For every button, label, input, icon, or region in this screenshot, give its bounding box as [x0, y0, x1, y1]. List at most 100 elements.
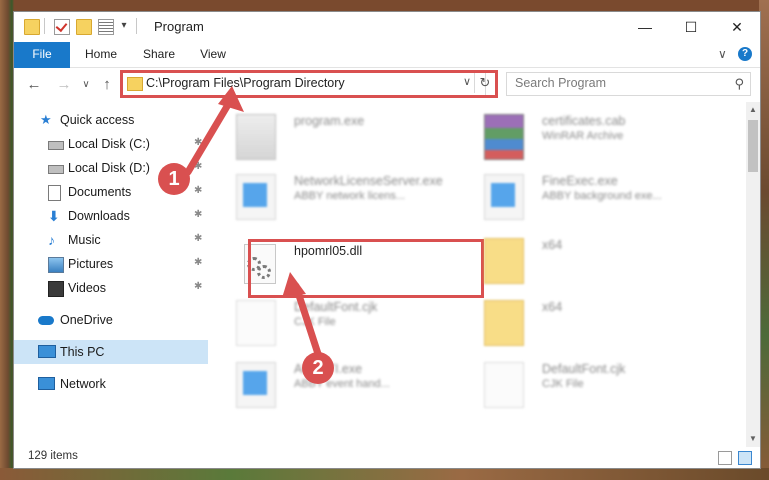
scroll-thumb[interactable] [748, 120, 758, 172]
folder-icon [24, 19, 40, 35]
file-name: x64 [542, 238, 563, 252]
exe-icon [236, 174, 276, 220]
item-count: 129 items [28, 450, 78, 462]
sidebar-item-label: Network [60, 377, 106, 391]
network-icon [38, 377, 55, 390]
pin-icon[interactable]: ✱ [194, 281, 202, 292]
archive-icon [484, 114, 524, 160]
callout-1: 1 [158, 163, 190, 195]
maximize-button[interactable]: ☐ [668, 12, 714, 42]
pin-icon[interactable]: ✱ [194, 185, 202, 196]
sidebar-item-label: Local Disk (D:) [68, 161, 150, 175]
file-name: FineExec.exe [542, 174, 618, 188]
large-icons-view-icon[interactable] [738, 451, 752, 465]
pin-icon[interactable]: ✱ [194, 209, 202, 220]
properties-icon[interactable] [54, 19, 70, 35]
file-type: ABBY network licens... [294, 190, 406, 202]
file-item[interactable]: certificates.cab WinRAR Archive [474, 108, 714, 164]
minimize-button[interactable]: — [622, 12, 668, 42]
file-list: program.exe certificates.cab WinRAR Arch… [226, 102, 746, 447]
sidebar-item-this-pc[interactable]: This PC [14, 340, 208, 364]
forward-button[interactable]: → [54, 76, 74, 93]
view-options-icon[interactable] [98, 19, 114, 35]
details-view-icon[interactable] [718, 451, 732, 465]
exe-icon [484, 174, 524, 220]
pin-icon[interactable]: ✱ [194, 161, 202, 172]
sidebar-item-downloads[interactable]: ⬇ Downloads ✱ [14, 204, 208, 228]
sidebar-item-label: Documents [68, 185, 132, 199]
navigation-pane: ★ Quick access Local Disk (C:) ✱ Local D… [14, 102, 208, 447]
sidebar-item-label: Local Disk (C:) [68, 137, 150, 151]
sidebar-item-videos[interactable]: Videos ✱ [14, 276, 208, 300]
file-name: certificates.cab [542, 114, 626, 128]
file-item[interactable]: DefaultFont.cjk CJK File [474, 356, 714, 412]
search-input[interactable]: Search Program [515, 76, 606, 90]
folder-icon [484, 238, 524, 284]
file-item[interactable]: ABBYTI.exe ABBY event hand... [226, 356, 466, 412]
title-bar: ▾ Program — ☐ ✕ [14, 12, 760, 42]
expand-ribbon-icon[interactable]: ∨ [718, 47, 727, 61]
sidebar-item-pictures[interactable]: Pictures ✱ [14, 252, 208, 276]
tab-home[interactable]: Home [76, 42, 126, 67]
file-name: program.exe [294, 114, 365, 128]
pin-icon[interactable]: ✱ [194, 137, 202, 148]
up-button[interactable]: ↑ [97, 76, 117, 93]
sidebar-item-label: This PC [60, 345, 105, 359]
new-folder-icon[interactable] [76, 19, 92, 35]
file-item[interactable]: program.exe [226, 108, 466, 164]
sidebar-item-label: Quick access [60, 113, 135, 127]
file-item[interactable]: x64 [474, 232, 714, 288]
address-row: ← → ∨ ↑ C:\Program Files\Program Directo… [14, 68, 760, 102]
address-highlight-box [120, 70, 498, 98]
sidebar-item-onedrive[interactable]: OneDrive [14, 308, 208, 332]
pin-icon[interactable]: ✱ [194, 257, 202, 268]
sidebar-item-network[interactable]: Network [14, 372, 208, 396]
file-type: CJK File [542, 378, 584, 390]
sidebar-item-local-disk-c[interactable]: Local Disk (C:) ✱ [14, 132, 208, 156]
file-name: NetworkLicenseServer.exe [294, 174, 443, 188]
tab-share[interactable]: Share [134, 42, 184, 67]
file-name: DefaultFont.cjk [294, 300, 378, 314]
download-icon: ⬇ [48, 208, 60, 224]
help-icon[interactable]: ? [738, 47, 752, 61]
drive-icon [48, 165, 64, 174]
sidebar-item-label: OneDrive [60, 313, 113, 327]
tab-view[interactable]: View [190, 42, 236, 67]
file-item[interactable]: DefaultFont.cjk CJK File [226, 294, 466, 350]
scroll-down-icon[interactable]: ▼ [746, 431, 760, 447]
file-name: DefaultFont.cjk [542, 362, 626, 376]
file-type: ABBY background exe... [542, 190, 662, 202]
file-item[interactable]: NetworkLicenseServer.exe ABBY network li… [226, 168, 466, 224]
sidebar-item-label: Downloads [68, 209, 130, 223]
search-icon[interactable]: ⚲ [734, 76, 744, 92]
document-icon [236, 300, 276, 346]
back-button[interactable]: ← [24, 76, 44, 93]
star-icon: ★ [40, 112, 52, 127]
document-icon [484, 362, 524, 408]
sidebar-item-quick-access[interactable]: ★ Quick access [14, 108, 208, 132]
exe-icon [236, 362, 276, 408]
sidebar-item-label: Pictures [68, 257, 114, 271]
pin-icon[interactable]: ✱ [194, 233, 202, 244]
close-button[interactable]: ✕ [714, 12, 760, 42]
sidebar-item-label: Music [68, 233, 101, 247]
cloud-icon [38, 316, 54, 325]
scroll-up-icon[interactable]: ▲ [746, 102, 760, 118]
status-bar: 129 items [14, 447, 760, 468]
file-highlight-box [248, 239, 484, 298]
window-title: Program [154, 19, 204, 34]
file-name: x64 [542, 300, 563, 314]
customize-toolbar-icon[interactable]: ▾ [117, 19, 131, 33]
program-icon [236, 114, 276, 160]
sidebar-item-music[interactable]: ♪ Music ✱ [14, 228, 208, 252]
file-item[interactable]: FineExec.exe ABBY background exe... [474, 168, 714, 224]
vertical-scrollbar[interactable]: ▲ ▼ [746, 102, 760, 447]
recent-locations-button[interactable]: ∨ [76, 79, 96, 90]
search-box[interactable]: Search Program ⚲ [506, 72, 751, 96]
drive-icon [48, 141, 64, 150]
file-item[interactable]: x64 [474, 294, 714, 350]
folder-icon [484, 300, 524, 346]
documents-icon [48, 185, 61, 201]
ribbon: File Home Share View ∨ ? [14, 42, 760, 98]
videos-icon [48, 281, 64, 297]
